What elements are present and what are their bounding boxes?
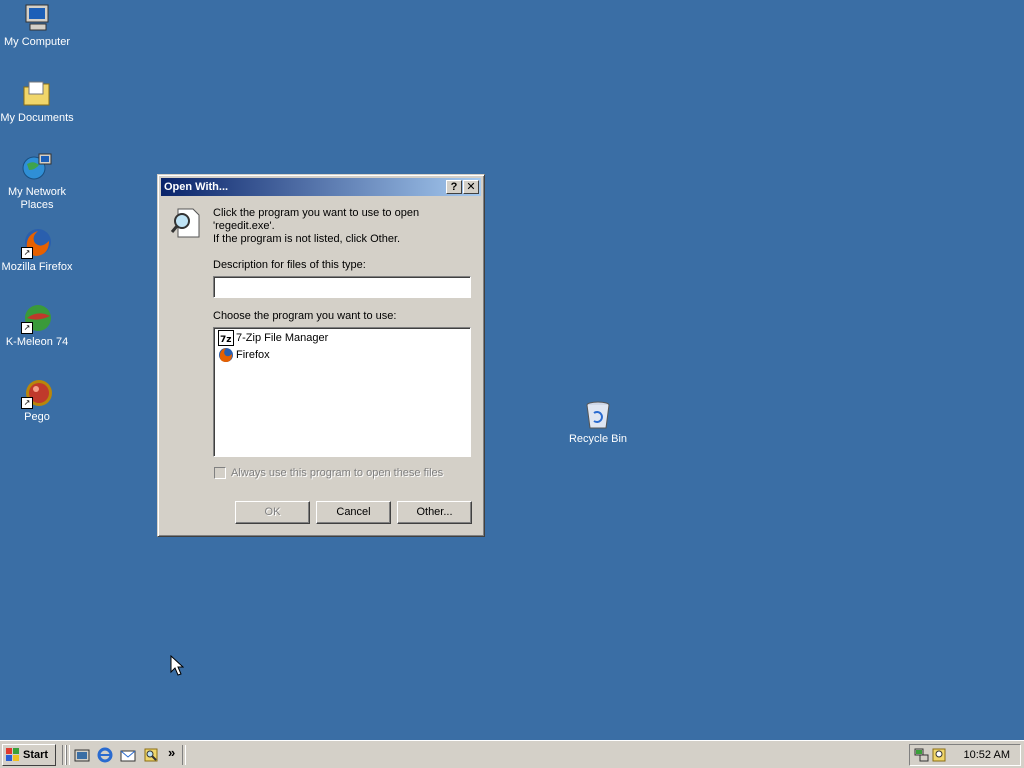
program-list[interactable]: 7z 7-Zip File Manager Firefox (213, 327, 471, 457)
desktop-icon-label: K-Meleon 74 (5, 336, 69, 348)
desktop-icon-label: My Documents (0, 112, 74, 124)
intro-text-line2: 'regedit.exe'. (213, 220, 275, 232)
firefox-icon: ↗ (21, 227, 53, 259)
network-globe-icon (21, 152, 53, 184)
show-desktop-icon[interactable] (74, 747, 90, 763)
desktop-icon-label: Recycle Bin (568, 433, 628, 445)
always-use-label: Always use this program to open these fi… (231, 467, 444, 479)
computer-icon (21, 2, 53, 34)
dialog-title: Open With... (164, 181, 229, 193)
desktop-icon-pego[interactable]: ↗ Pego (0, 377, 74, 424)
7zip-icon: 7z (218, 330, 234, 347)
open-with-dialog: Open With... ? ✕ Click the program you w… (157, 174, 485, 537)
internet-explorer-icon[interactable] (97, 747, 113, 763)
desktop-icon-my-network-places[interactable]: My Network Places (0, 152, 74, 212)
program-item-7zip[interactable]: 7z 7-Zip File Manager (216, 330, 470, 347)
k-meleon-icon: ↗ (21, 302, 53, 334)
clock[interactable]: 10:52 AM (964, 745, 1010, 765)
recycle-bin-icon (582, 399, 614, 431)
pego-icon: ↗ (21, 377, 53, 409)
network-tray-icon[interactable] (914, 747, 930, 763)
desktop-icon-my-documents[interactable]: My Documents (0, 78, 74, 125)
windows-logo-icon (6, 748, 20, 762)
description-field[interactable] (213, 276, 471, 298)
desktop-icon-label: My Network Places (7, 186, 67, 211)
desktop-icon-my-computer[interactable]: My Computer (0, 2, 74, 49)
always-use-checkbox[interactable] (214, 467, 226, 479)
desktop-icon-recycle-bin[interactable]: Recycle Bin (561, 399, 635, 446)
taskbar-separator (66, 745, 70, 765)
desktop-icon-k-meleon[interactable]: ↗ K-Meleon 74 (0, 302, 74, 349)
program-item-label: Firefox (236, 349, 270, 361)
cancel-button[interactable]: Cancel (316, 501, 391, 524)
help-button[interactable]: ? (446, 180, 462, 194)
start-button[interactable]: Start (2, 744, 56, 766)
taskbar: Start » 10:52 AM (0, 740, 1024, 768)
taskbar-separator (182, 745, 186, 765)
intro-text-line1: Click the program you want to use to ope… (213, 207, 420, 219)
dialog-titlebar[interactable]: Open With... ? ✕ (161, 178, 481, 196)
mouse-cursor-icon (170, 654, 185, 680)
search-icon[interactable] (143, 747, 159, 763)
program-item-firefox[interactable]: Firefox (216, 347, 470, 364)
svg-text:7z: 7z (220, 335, 232, 345)
start-label: Start (23, 749, 49, 761)
shortcut-arrow-icon: ↗ (21, 397, 33, 409)
desktop-icon-mozilla-firefox[interactable]: ↗ Mozilla Firefox (0, 227, 74, 274)
system-tray: 10:52 AM (909, 744, 1021, 766)
intro-text-line3: If the program is not listed, click Othe… (213, 233, 401, 245)
shortcut-arrow-icon: ↗ (21, 247, 33, 259)
ok-button[interactable]: OK (235, 501, 310, 524)
description-label: Description for files of this type: (213, 259, 366, 271)
program-item-label: 7-Zip File Manager (236, 332, 329, 344)
document-search-icon (169, 205, 203, 239)
close-button[interactable]: ✕ (463, 180, 479, 194)
choose-program-label: Choose the program you want to use: (213, 310, 397, 322)
desktop-icon-label: Pego (24, 411, 50, 423)
firefox-icon (218, 347, 234, 363)
other-button[interactable]: Other... (397, 501, 472, 524)
outlook-express-icon[interactable] (120, 747, 136, 763)
quicklaunch-more-button[interactable]: » (168, 745, 175, 760)
shortcut-arrow-icon: ↗ (21, 322, 33, 334)
folder-documents-icon (21, 78, 53, 110)
search-tray-icon[interactable] (932, 747, 948, 763)
desktop-icon-label: My Computer (3, 36, 71, 48)
desktop-icon-label: Mozilla Firefox (1, 261, 73, 273)
